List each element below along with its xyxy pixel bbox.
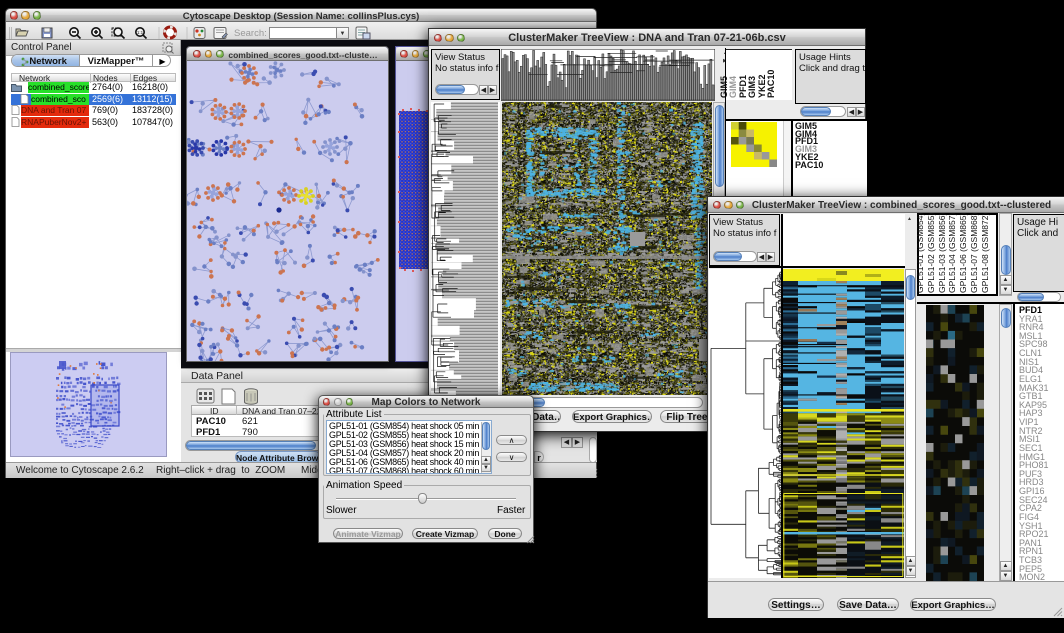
svg-text:Search:: Search: [234, 28, 267, 39]
svg-text:1:1: 1:1 [137, 30, 144, 35]
